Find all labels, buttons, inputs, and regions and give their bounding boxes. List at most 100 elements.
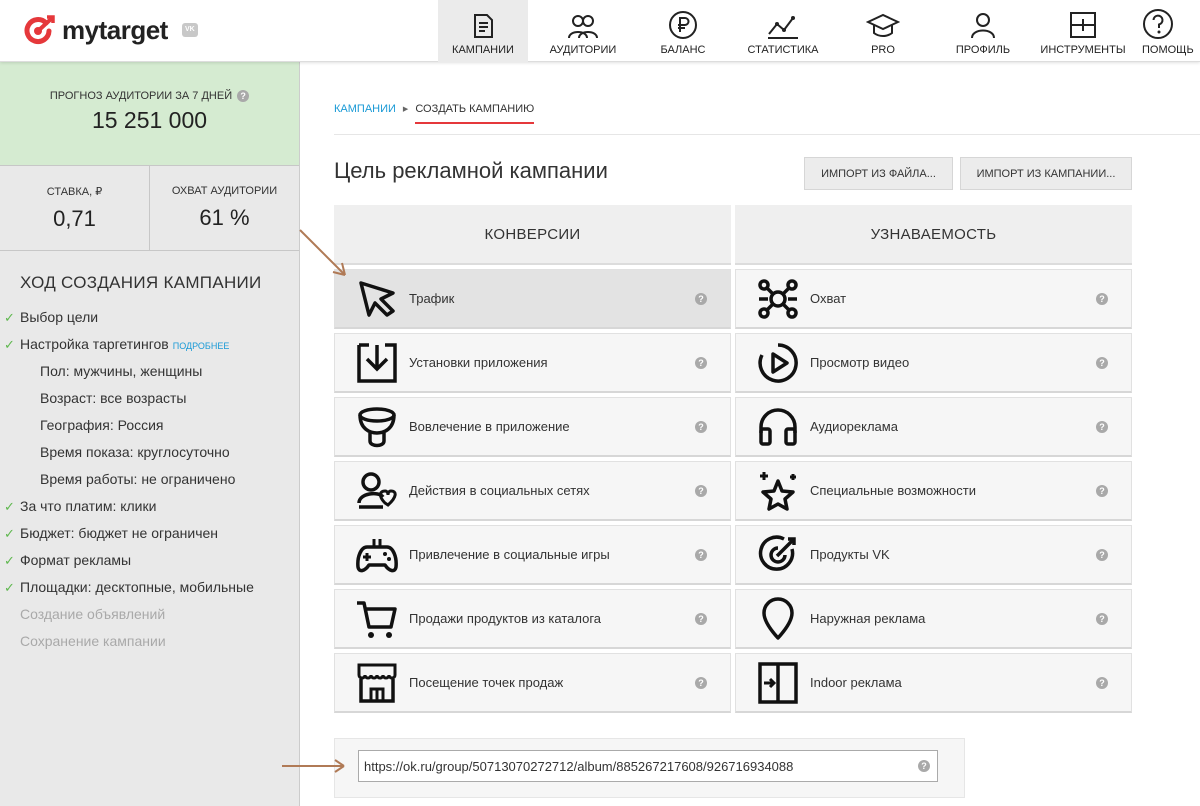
help-icon[interactable]: ? bbox=[1096, 485, 1108, 497]
nav-campaigns[interactable]: КАМПАНИИ bbox=[438, 0, 528, 62]
breadcrumb-campaigns[interactable]: КАМПАНИИ bbox=[334, 103, 396, 115]
help-icon[interactable]: ? bbox=[1096, 357, 1108, 369]
social-actions-icon bbox=[355, 469, 399, 513]
goal-label: Посещение точек продаж bbox=[409, 675, 564, 690]
help-icon[interactable]: ? bbox=[695, 613, 707, 625]
mytarget-logo[interactable]: mytarget VK bbox=[24, 14, 198, 46]
goal-label: Трафик bbox=[409, 291, 455, 306]
help-icon[interactable]: ? bbox=[1096, 549, 1108, 561]
audience-forecast: ПРОГНОЗ АУДИТОРИИ ЗА 7 ДНЕЙ ? 15 251 000 bbox=[0, 62, 299, 166]
step-targeting[interactable]: Настройка таргетингов ПОДРОБНЕЕ bbox=[0, 331, 299, 358]
url-input[interactable] bbox=[358, 750, 938, 782]
step-label: Время показа: круглосуточно bbox=[40, 444, 230, 460]
nav-label: АУДИТОРИИ bbox=[549, 44, 617, 56]
import-file-button[interactable]: ИМПОРТ ИЗ ФАЙЛА... bbox=[804, 157, 953, 190]
top-bar: mytarget VK КАМПАНИИ АУДИТОРИИ БАЛАНС СТ… bbox=[0, 0, 1200, 62]
breadcrumb: КАМПАНИИ ▶ СОЗДАТЬ КАМПАНИЮ bbox=[334, 103, 534, 124]
goal-label: Просмотр видео bbox=[810, 355, 910, 370]
more-link[interactable]: ПОДРОБНЕЕ bbox=[173, 341, 230, 351]
nav-label: PRO bbox=[871, 44, 895, 56]
goal-reach[interactable]: Охват ? bbox=[735, 269, 1132, 329]
step-age: Возраст: все возрасты bbox=[0, 385, 299, 412]
reach-value: 61 % bbox=[199, 205, 250, 230]
import-campaign-button[interactable]: ИМПОРТ ИЗ КАМПАНИИ... bbox=[960, 157, 1132, 190]
sidebar: ПРОГНОЗ АУДИТОРИИ ЗА 7 ДНЕЙ ? 15 251 000… bbox=[0, 62, 300, 806]
help-icon[interactable]: ? bbox=[918, 760, 930, 772]
help-icon bbox=[1143, 9, 1173, 39]
step-format[interactable]: Формат рекламы bbox=[0, 547, 299, 574]
annotation-arrow-icon bbox=[282, 759, 345, 773]
breadcrumb-separator-icon: ▶ bbox=[402, 106, 409, 113]
brand-name: mytarget bbox=[62, 14, 168, 45]
main-content: КАМПАНИИ ▶ СОЗДАТЬ КАМПАНИЮ Цель рекламн… bbox=[301, 62, 1200, 806]
progress-steps: Выбор цели Настройка таргетингов ПОДРОБНЕ… bbox=[0, 304, 299, 655]
help-icon[interactable]: ? bbox=[695, 485, 707, 497]
nav-pro[interactable]: PRO bbox=[838, 0, 928, 62]
reach-label: ОХВАТ АУДИТОРИИ bbox=[171, 185, 278, 197]
step-ads: Создание объявлений bbox=[0, 601, 299, 628]
goal-indoor[interactable]: Indoor реклама ? bbox=[735, 653, 1132, 713]
step-goal[interactable]: Выбор цели bbox=[0, 304, 299, 331]
goal-catalog-sales[interactable]: Продажи продуктов из каталога ? bbox=[334, 589, 731, 649]
goal-traffic[interactable]: Трафик ? bbox=[334, 269, 731, 329]
step-work-time: Время работы: не ограничено bbox=[0, 466, 299, 493]
goal-label: Охват bbox=[810, 291, 847, 306]
goal-social-games[interactable]: Привлечение в социальные игры ? bbox=[334, 525, 731, 585]
rate-stat: СТАВКА, ₽ 0,71 bbox=[0, 166, 150, 250]
goal-rows: Трафик ? Охват ? Установки приложения ? bbox=[334, 269, 1132, 713]
nav-profile[interactable]: ПРОФИЛЬ bbox=[928, 0, 1038, 62]
forecast-label: ПРОГНОЗ АУДИТОРИИ ЗА 7 ДНЕЙ bbox=[49, 90, 233, 102]
help-icon[interactable]: ? bbox=[1096, 293, 1108, 305]
goal-special-opportunities[interactable]: Специальные возможности ? bbox=[735, 461, 1132, 521]
step-label: Сохранение кампании bbox=[20, 633, 166, 649]
stats-panel: СТАВКА, ₽ 0,71 ОХВАТ АУДИТОРИИ 61 % bbox=[0, 166, 299, 251]
nav-balance[interactable]: БАЛАНС bbox=[638, 0, 728, 62]
column-conversions: КОНВЕРСИИ bbox=[334, 205, 731, 265]
app-engagement-icon bbox=[355, 405, 399, 449]
goal-columns: КОНВЕРСИИ УЗНАВАЕМОСТЬ bbox=[334, 205, 1132, 265]
step-label: Возраст: все возрасты bbox=[40, 390, 187, 406]
goal-app-installs[interactable]: Установки приложения ? bbox=[334, 333, 731, 393]
cart-icon bbox=[355, 597, 399, 641]
rate-label: СТАВКА, ₽ bbox=[46, 186, 103, 198]
target-icon bbox=[756, 533, 800, 577]
reach-icon bbox=[756, 277, 800, 321]
help-icon[interactable]: ? bbox=[237, 90, 250, 102]
goal-social-actions[interactable]: Действия в социальных сетях ? bbox=[334, 461, 731, 521]
help-icon[interactable]: ? bbox=[695, 677, 707, 689]
help-icon[interactable]: ? bbox=[1096, 421, 1108, 433]
app-install-icon bbox=[355, 341, 399, 385]
help-icon[interactable]: ? bbox=[695, 293, 707, 305]
goal-label: Привлечение в социальные игры bbox=[409, 547, 610, 562]
profile-icon bbox=[971, 13, 995, 39]
help-icon[interactable]: ? bbox=[695, 421, 707, 433]
goal-point-of-sale[interactable]: Посещение точек продаж ? bbox=[334, 653, 731, 713]
help-icon[interactable]: ? bbox=[695, 357, 707, 369]
nav-label: ПОМОЩЬ bbox=[1142, 44, 1194, 56]
step-payment[interactable]: За что платим: клики bbox=[0, 493, 299, 520]
nav-audiences[interactable]: АУДИТОРИИ bbox=[528, 0, 638, 62]
nav-help[interactable]: ПОМОЩЬ bbox=[1128, 0, 1200, 62]
statistics-icon bbox=[768, 16, 798, 39]
help-icon[interactable]: ? bbox=[695, 549, 707, 561]
step-platforms[interactable]: Площадки: десктопные, мобильные bbox=[0, 574, 299, 601]
help-icon[interactable]: ? bbox=[1096, 613, 1108, 625]
goal-vk-products[interactable]: Продукты VK ? bbox=[735, 525, 1132, 585]
step-label: Пол: мужчины, женщины bbox=[40, 363, 203, 379]
nav-statistics[interactable]: СТАТИСТИКА bbox=[728, 0, 838, 62]
goal-outdoor[interactable]: Наружная реклама ? bbox=[735, 589, 1132, 649]
goal-audio[interactable]: Аудиореклама ? bbox=[735, 397, 1132, 457]
url-panel: ? bbox=[334, 738, 965, 798]
nav-tools[interactable]: ИНСТРУМЕНТЫ bbox=[1038, 0, 1128, 62]
step-save: Сохранение кампании bbox=[0, 628, 299, 655]
goal-video-views[interactable]: Просмотр видео ? bbox=[735, 333, 1132, 393]
goal-grid: КОНВЕРСИИ УЗНАВАЕМОСТЬ Трафик ? Охват ? bbox=[334, 205, 1132, 713]
step-budget[interactable]: Бюджет: бюджет не ограничен bbox=[0, 520, 299, 547]
goal-label: Установки приложения bbox=[409, 355, 548, 370]
goal-app-engagement[interactable]: Вовлечение в приложение ? bbox=[334, 397, 731, 457]
help-icon[interactable]: ? bbox=[1096, 677, 1108, 689]
goal-label: Наружная реклама bbox=[810, 611, 926, 626]
step-label: Настройка таргетингов bbox=[20, 336, 169, 352]
stars-icon bbox=[756, 469, 800, 513]
goal-row: Трафик ? Охват ? bbox=[334, 269, 1132, 329]
